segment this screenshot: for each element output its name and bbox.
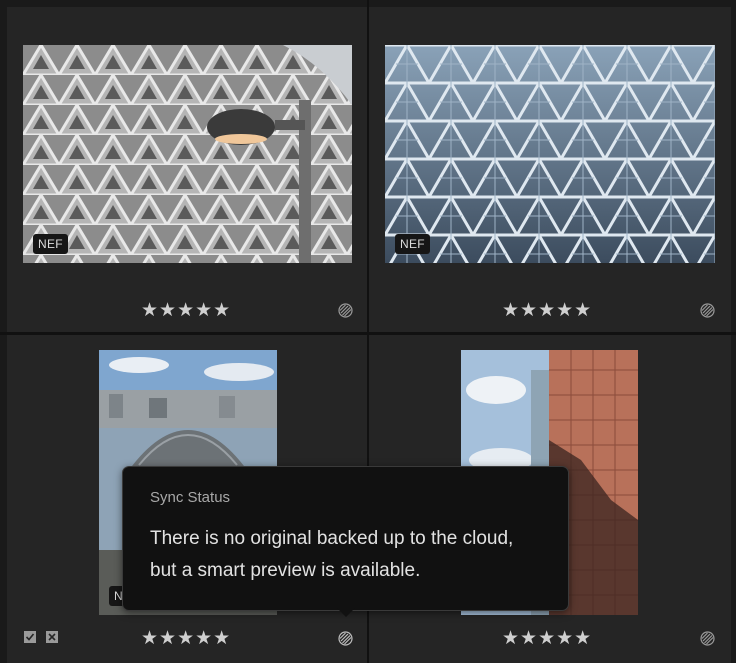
file-type-badge: NEF [33, 234, 68, 254]
sync-status-icon[interactable] [700, 303, 715, 318]
photo-thumbnail-1[interactable] [23, 45, 352, 263]
tooltip-title: Sync Status [150, 489, 231, 506]
tooltip-line-1: There is no original backed up to the cl… [150, 528, 514, 549]
star-rating[interactable]: ★★★★★ [141, 299, 231, 321]
star-rating[interactable]: ★★★★★ [141, 627, 231, 649]
flag-reject-icon[interactable] [45, 630, 59, 644]
tooltip-message: There is no original backed up to the cl… [150, 523, 550, 587]
file-type-badge: NEF [395, 234, 430, 254]
star-rating[interactable]: ★★★★★ [502, 627, 592, 649]
sync-status-icon[interactable] [338, 303, 353, 318]
sync-status-icon[interactable] [338, 631, 353, 646]
star-rating[interactable]: ★★★★★ [502, 299, 592, 321]
tooltip-caret [337, 608, 355, 617]
tooltip-line-2: but a smart preview is available. [150, 560, 421, 581]
photo-thumbnail-2[interactable] [385, 45, 715, 263]
grid-divider-horizontal [0, 332, 736, 335]
sync-status-tooltip: Sync Status There is no original backed … [122, 466, 569, 611]
sync-status-icon[interactable] [700, 631, 715, 646]
flag-pick-icon[interactable] [23, 630, 37, 644]
